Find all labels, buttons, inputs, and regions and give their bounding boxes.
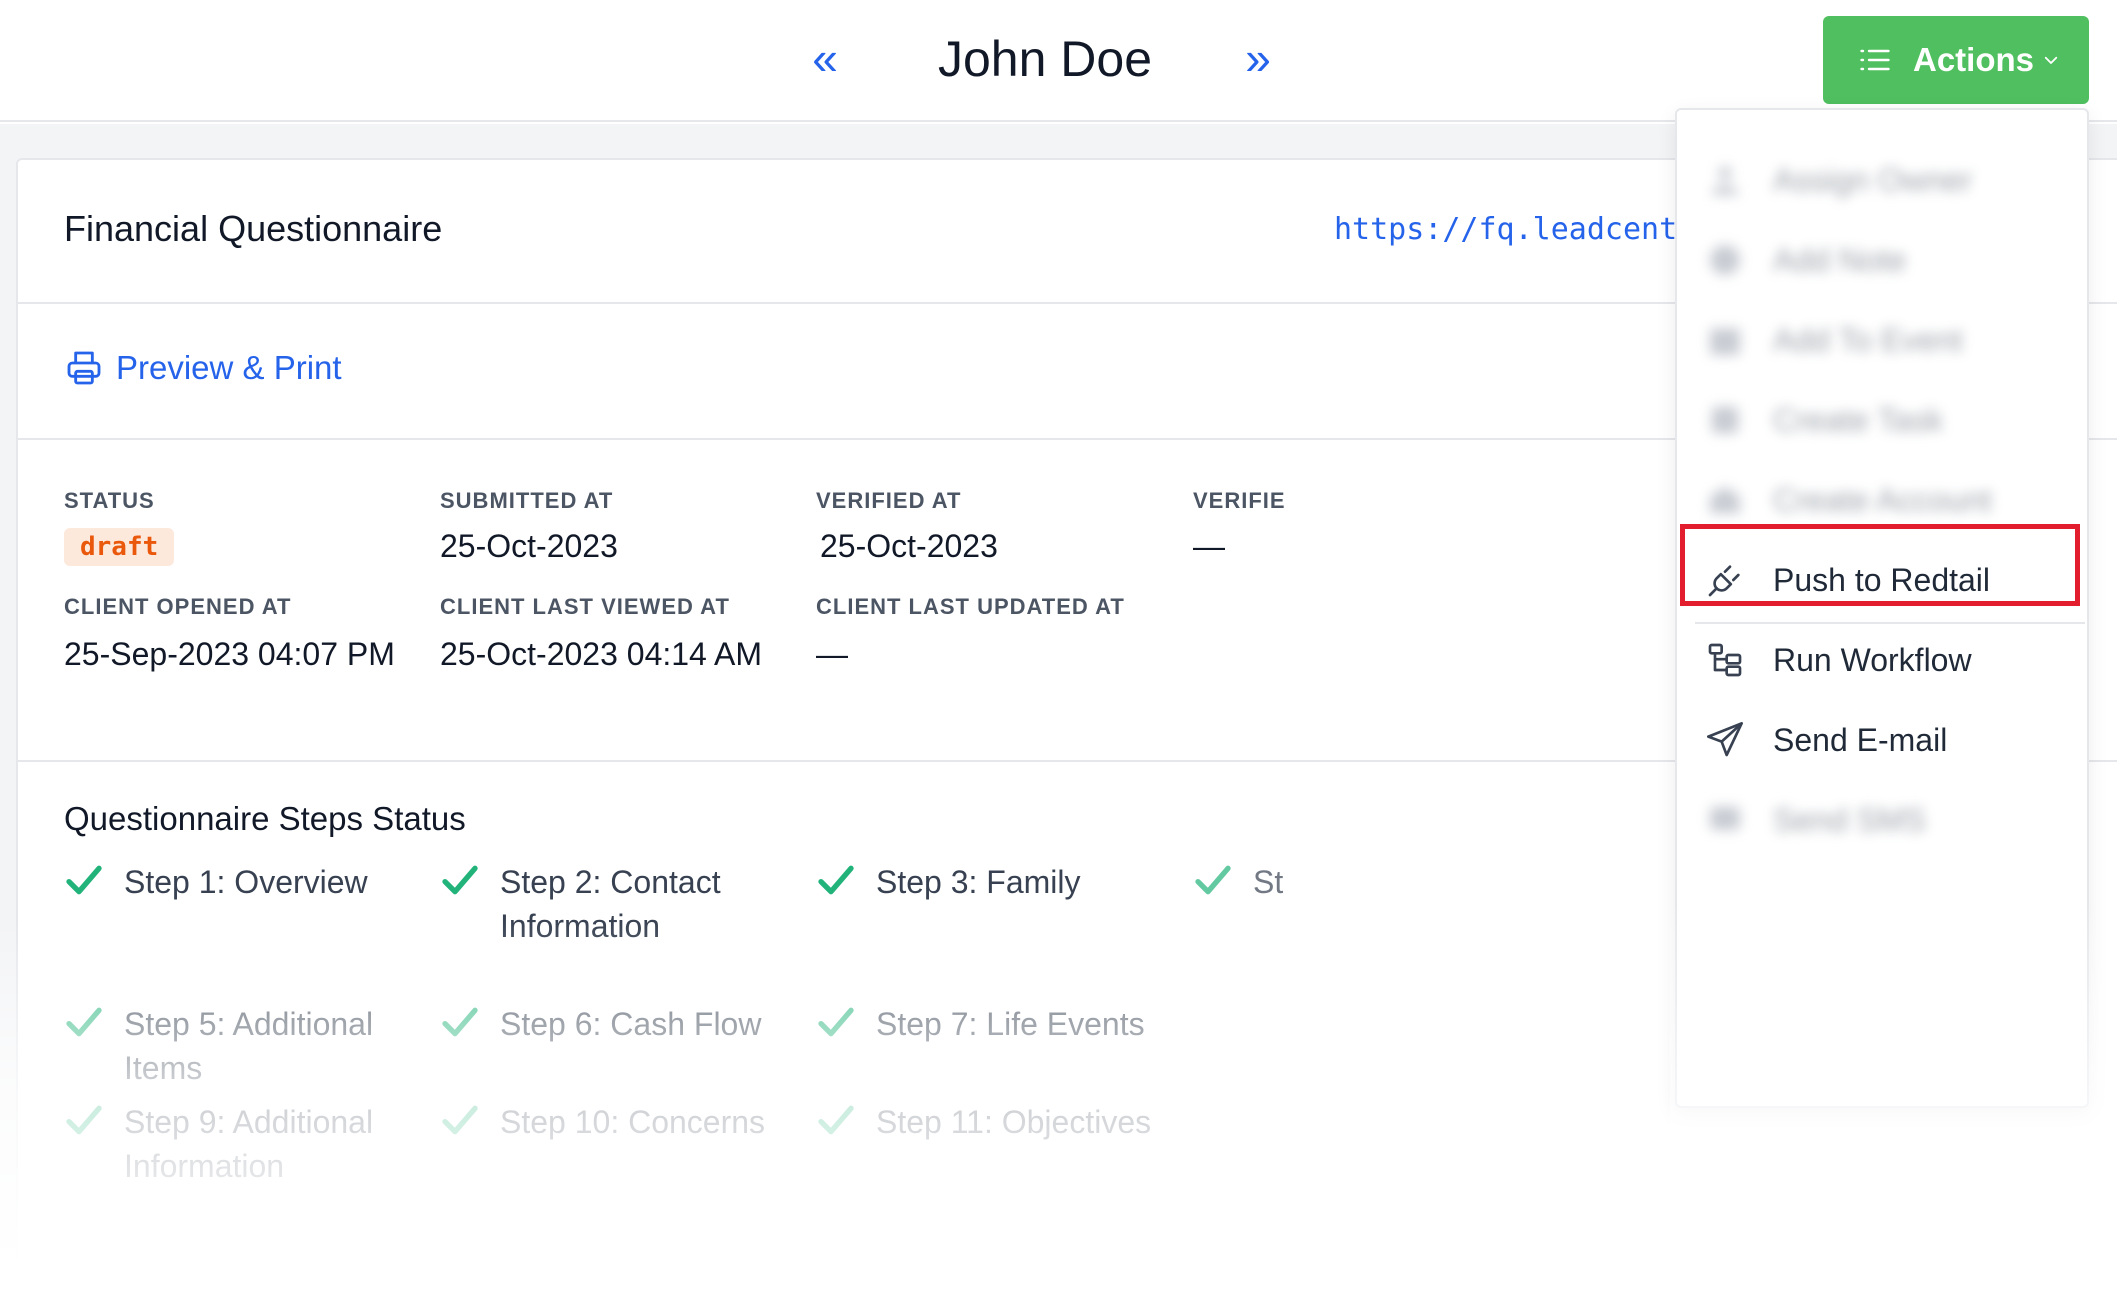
menu-item-add-to-event[interactable]: Add To Event	[1677, 300, 2087, 380]
checkmark-icon	[442, 865, 478, 895]
checkmark-icon	[818, 1105, 854, 1135]
questionnaire-url-link[interactable]: https://fq.leadcente	[1334, 212, 1695, 247]
step-item: Step 3: Family	[816, 860, 1156, 904]
step-label: Step 5: Additional Items	[124, 1006, 374, 1086]
client-opened-value: 25-Sep-2023 04:07 PM	[64, 636, 395, 672]
task-icon	[1711, 406, 1739, 434]
step-label: Step 1: Overview	[124, 864, 368, 900]
step-item: Step 2: Contact Information	[440, 860, 770, 948]
actions-button-label: Actions	[1913, 41, 2035, 78]
checkmark-icon	[818, 1007, 854, 1037]
menu-item-label: Send SMS	[1773, 801, 1926, 838]
menu-item-create-account[interactable]: Create Account	[1677, 460, 2087, 540]
menu-item-label: Assign Owner	[1773, 161, 1973, 198]
next-record-button[interactable]: »	[1228, 28, 1288, 88]
checkmark-icon	[1195, 865, 1231, 895]
menu-item-add-note[interactable]: Add Note	[1677, 220, 2087, 300]
chevron-down-icon	[2044, 56, 2058, 64]
plug-icon	[1708, 565, 1740, 597]
checkmark-icon	[66, 865, 102, 895]
verified-at-value: 25-Oct-2023	[820, 528, 998, 564]
preview-print-link[interactable]: Preview & Print	[64, 348, 342, 388]
step-item: Step 6: Cash Flow	[440, 1002, 780, 1046]
step-item: Step 7: Life Events	[816, 1002, 1156, 1046]
checkmark-icon	[66, 1105, 102, 1135]
step-label: Step 10: Concerns	[500, 1104, 766, 1140]
menu-item-send-email[interactable]: Send E-mail	[1677, 700, 2087, 780]
step-label: Step 9: Additional Information	[124, 1104, 374, 1184]
menu-item-label: Push to Redtail	[1773, 561, 1991, 598]
workflow-icon	[1708, 643, 1742, 677]
menu-item-label: Run Workflow	[1773, 641, 1972, 678]
actions-button[interactable]: Actions	[1823, 16, 2089, 104]
steps-section-title: Questionnaire Steps Status	[64, 800, 466, 837]
client-last-updated-label: CLIENT LAST UPDATED AT	[816, 594, 1125, 619]
status-badge: draft	[64, 528, 175, 566]
menu-item-send-sms[interactable]: Send SMS	[1677, 780, 2087, 860]
step-label: St	[1253, 864, 1284, 900]
submitted-at-value: 25-Oct-2023	[440, 528, 618, 564]
menu-item-create-task[interactable]: Create Task	[1677, 380, 2087, 460]
step-label: Step 3: Family	[876, 864, 1081, 900]
verified-by-label: VERIFIE	[1193, 488, 1286, 513]
checkmark-icon	[66, 1007, 102, 1037]
menu-item-push-to-redtail[interactable]: Push to Redtail	[1677, 540, 2087, 620]
sms-icon	[1710, 806, 1740, 830]
step-item: Step 1: Overview	[64, 860, 404, 904]
step-item: Step 5: Additional Items	[64, 1002, 424, 1090]
client-last-viewed-label: CLIENT LAST VIEWED AT	[440, 594, 730, 619]
step-label: Step 2: Contact Information	[500, 864, 721, 944]
printer-icon	[67, 351, 101, 385]
menu-item-assign-owner[interactable]: Assign Owner	[1677, 140, 2087, 220]
checkmark-icon	[442, 1105, 478, 1135]
menu-item-label: Create Account	[1773, 481, 1992, 518]
user-icon	[1711, 166, 1739, 195]
menu-item-run-workflow[interactable]: Run Workflow	[1677, 620, 2087, 700]
step-label: Step 6: Cash Flow	[500, 1006, 762, 1042]
status-label: STATUS	[64, 488, 155, 513]
menu-item-label: Add Note	[1773, 241, 1907, 278]
step-label: Step 11: Objectives	[876, 1104, 1152, 1140]
verified-at-label: VERIFIED AT	[816, 488, 962, 513]
list-icon	[1860, 49, 1890, 71]
step-label: Step 7: Life Events	[876, 1006, 1145, 1042]
client-opened-label: CLIENT OPENED AT	[64, 594, 292, 619]
top-bar: « John Doe » Actions	[0, 0, 2117, 122]
card-title: Financial Questionnaire	[64, 208, 443, 249]
menu-item-label: Send E-mail	[1773, 721, 1948, 758]
step-item: Step 10: Concerns	[440, 1100, 780, 1144]
step-item: St	[1193, 860, 1533, 904]
bank-icon	[1710, 486, 1740, 514]
client-last-viewed-value: 25-Oct-2023 04:14 AM	[440, 636, 762, 672]
menu-item-label: Add To Event	[1773, 321, 1963, 358]
record-name-title: John Doe	[937, 31, 1153, 87]
menu-item-label: Create Task	[1773, 401, 1944, 438]
verified-by-value: —	[1193, 528, 1225, 564]
checkmark-icon	[818, 865, 854, 895]
calendar-icon	[1710, 328, 1740, 355]
previous-record-button[interactable]: «	[795, 28, 855, 88]
step-item: Step 9: Additional Information	[64, 1100, 404, 1188]
submitted-at-label: SUBMITTED AT	[440, 488, 614, 513]
preview-print-label: Preview & Print	[116, 349, 342, 386]
send-icon	[1707, 722, 1743, 757]
checkmark-icon	[442, 1007, 478, 1037]
actions-dropdown-menu: Assign Owner Add Note Add To Event Creat…	[1675, 108, 2089, 1108]
note-icon	[1710, 245, 1740, 275]
client-last-updated-value: —	[816, 636, 848, 672]
step-item: Step 11: Objectives	[816, 1100, 1156, 1144]
